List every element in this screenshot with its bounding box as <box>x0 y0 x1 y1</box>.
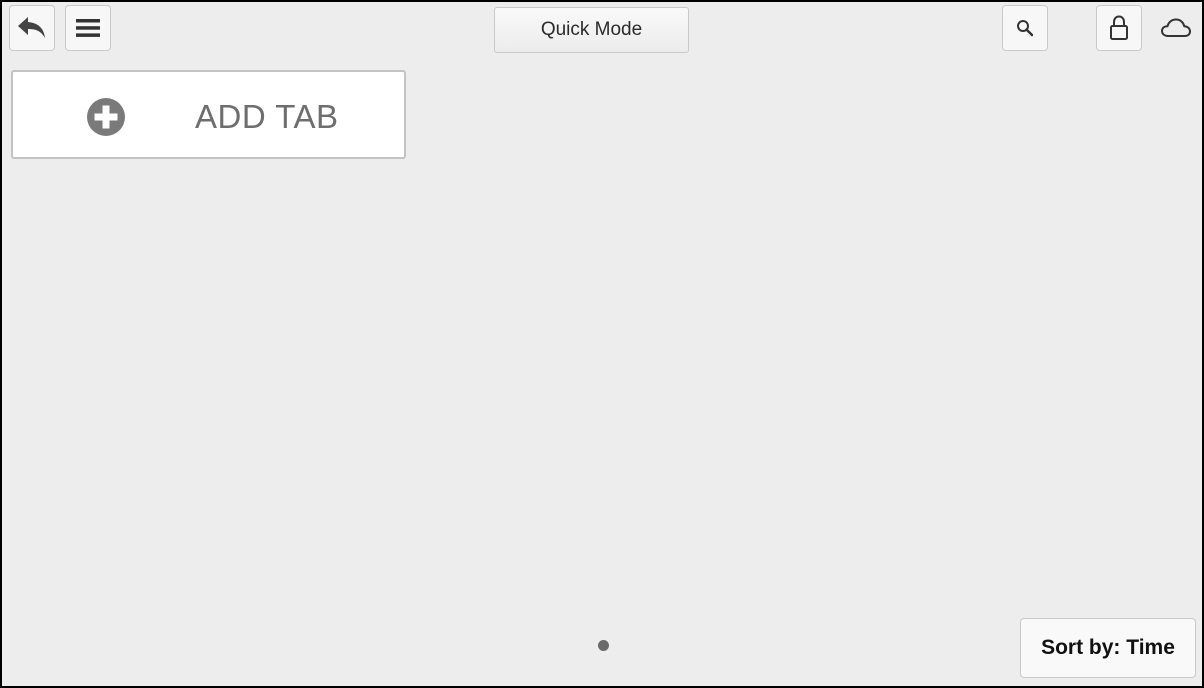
menu-button[interactable] <box>65 5 111 51</box>
hamburger-menu-icon <box>76 19 100 37</box>
lock-button[interactable] <box>1096 5 1142 51</box>
undo-arrow-icon <box>18 17 45 38</box>
quick-mode-label: Quick Mode <box>540 19 643 40</box>
padlock-icon <box>1110 15 1128 40</box>
sort-button[interactable]: Sort by: Time <box>1020 618 1196 678</box>
magnifier-icon <box>1017 20 1034 37</box>
plus-circle-icon <box>87 98 125 136</box>
app-screen: Quick Mode ADD TAB Sort by: Time <box>0 0 1204 688</box>
add-tab-label: ADD TAB <box>195 98 339 135</box>
search-button[interactable] <box>1002 5 1048 51</box>
cloud-sync-button[interactable] <box>1156 10 1196 46</box>
quick-mode-button[interactable]: Quick Mode <box>494 7 689 53</box>
page-indicator-dot <box>598 640 609 651</box>
cloud-icon <box>1161 18 1191 37</box>
add-tab-button[interactable]: ADD TAB <box>11 70 406 159</box>
back-button[interactable] <box>9 5 55 51</box>
sort-label: Sort by: Time <box>1041 636 1175 659</box>
